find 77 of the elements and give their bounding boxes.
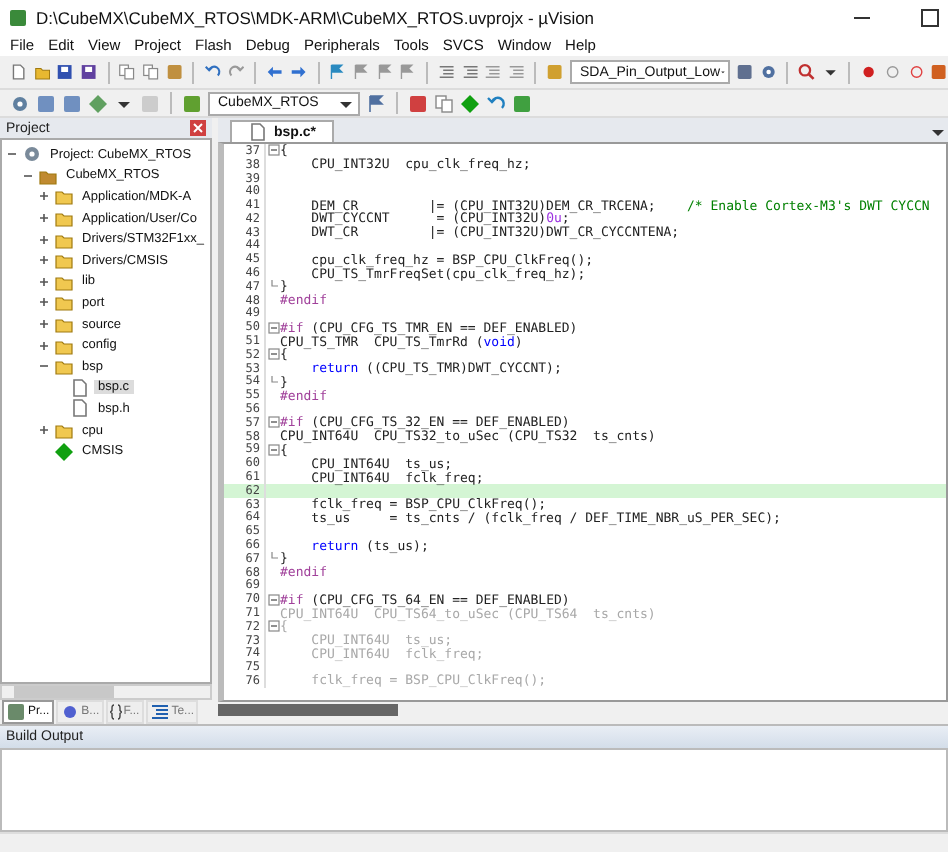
collapse-icon[interactable] bbox=[267, 416, 279, 429]
text-lines-icon[interactable] bbox=[461, 62, 479, 82]
folder-icon bbox=[54, 250, 74, 271]
flag-icon[interactable] bbox=[375, 62, 393, 82]
folder-icon bbox=[54, 292, 74, 313]
right-arrow-icon[interactable] bbox=[289, 62, 308, 82]
collapse-icon[interactable] bbox=[22, 169, 34, 182]
square-icon[interactable] bbox=[408, 93, 428, 113]
template-icon bbox=[149, 702, 170, 722]
redo-icon[interactable] bbox=[227, 62, 245, 82]
undo-icon[interactable] bbox=[204, 62, 222, 82]
folder-icon[interactable] bbox=[33, 62, 51, 82]
expand-icon[interactable] bbox=[38, 190, 50, 203]
folder-icon bbox=[54, 356, 74, 377]
square-icon[interactable] bbox=[182, 93, 202, 113]
braces-icon bbox=[109, 704, 122, 720]
search-icon[interactable] bbox=[798, 62, 816, 82]
circle-icon[interactable] bbox=[883, 62, 902, 82]
folder-icon bbox=[54, 271, 74, 292]
square-icon[interactable] bbox=[930, 62, 948, 82]
expand-icon[interactable] bbox=[38, 233, 50, 246]
close-icon[interactable] bbox=[190, 120, 206, 136]
file-icon bbox=[70, 398, 90, 419]
collapse-icon[interactable] bbox=[267, 144, 279, 157]
file-icon bbox=[70, 377, 90, 398]
folder-icon bbox=[54, 186, 74, 207]
gear-icon[interactable] bbox=[759, 62, 777, 82]
flag-icon[interactable] bbox=[352, 62, 370, 82]
book-icon bbox=[59, 702, 80, 722]
window-title: D:\CubeMX\CubeMX_RTOS\MDK-ARM\CubeMX_RTOS.uvprojx - µVision bbox=[36, 7, 595, 27]
folder-icon bbox=[54, 208, 74, 229]
square-icon[interactable] bbox=[512, 93, 532, 113]
folder-icon bbox=[54, 229, 74, 250]
collapse-icon[interactable] bbox=[267, 321, 279, 334]
square-icon[interactable] bbox=[735, 62, 754, 82]
expand-icon[interactable] bbox=[38, 212, 50, 225]
gear-icon[interactable] bbox=[10, 93, 30, 113]
square-icon[interactable] bbox=[165, 62, 183, 82]
square-icon[interactable] bbox=[62, 93, 82, 113]
flag-icon[interactable] bbox=[366, 93, 386, 113]
app-icon bbox=[8, 7, 28, 27]
expand-icon[interactable] bbox=[38, 296, 50, 309]
scrollbar[interactable] bbox=[0, 684, 212, 700]
dot-icon[interactable] bbox=[860, 62, 878, 82]
maximize-icon[interactable] bbox=[920, 7, 940, 27]
expand-icon[interactable] bbox=[38, 254, 50, 267]
text-lines-icon[interactable] bbox=[507, 62, 525, 82]
expand-icon[interactable] bbox=[38, 275, 50, 288]
undo-icon[interactable] bbox=[486, 93, 506, 113]
flag-icon[interactable] bbox=[328, 62, 347, 82]
expand-icon[interactable] bbox=[38, 339, 50, 352]
window-icon bbox=[6, 702, 26, 722]
collapse-icon[interactable] bbox=[267, 593, 279, 606]
circle-icon[interactable] bbox=[907, 62, 925, 82]
expand-icon[interactable] bbox=[38, 424, 50, 437]
folder-icon bbox=[54, 314, 74, 335]
code-editor[interactable] bbox=[218, 142, 948, 702]
folder-icon bbox=[38, 165, 58, 186]
copy-icon[interactable] bbox=[434, 93, 454, 113]
folder-icon bbox=[54, 335, 74, 356]
diamond-icon bbox=[54, 441, 74, 462]
collapse-icon[interactable] bbox=[267, 443, 279, 456]
expand-icon[interactable] bbox=[38, 318, 50, 331]
page-icon[interactable] bbox=[10, 62, 28, 82]
project-icon bbox=[22, 144, 42, 165]
collapse-icon[interactable] bbox=[6, 148, 18, 161]
square-icon[interactable] bbox=[546, 62, 564, 82]
flag-icon[interactable] bbox=[398, 62, 417, 82]
text-lines-icon[interactable] bbox=[484, 62, 502, 82]
left-arrow-icon[interactable] bbox=[266, 62, 284, 82]
folder-icon bbox=[54, 420, 74, 441]
collapse-icon[interactable] bbox=[38, 360, 50, 373]
diamond-icon[interactable] bbox=[460, 93, 480, 113]
text-lines-icon[interactable] bbox=[437, 62, 456, 82]
collapse-icon[interactable] bbox=[267, 348, 279, 361]
square-icon[interactable] bbox=[36, 93, 56, 113]
collapse-icon[interactable] bbox=[267, 620, 279, 633]
